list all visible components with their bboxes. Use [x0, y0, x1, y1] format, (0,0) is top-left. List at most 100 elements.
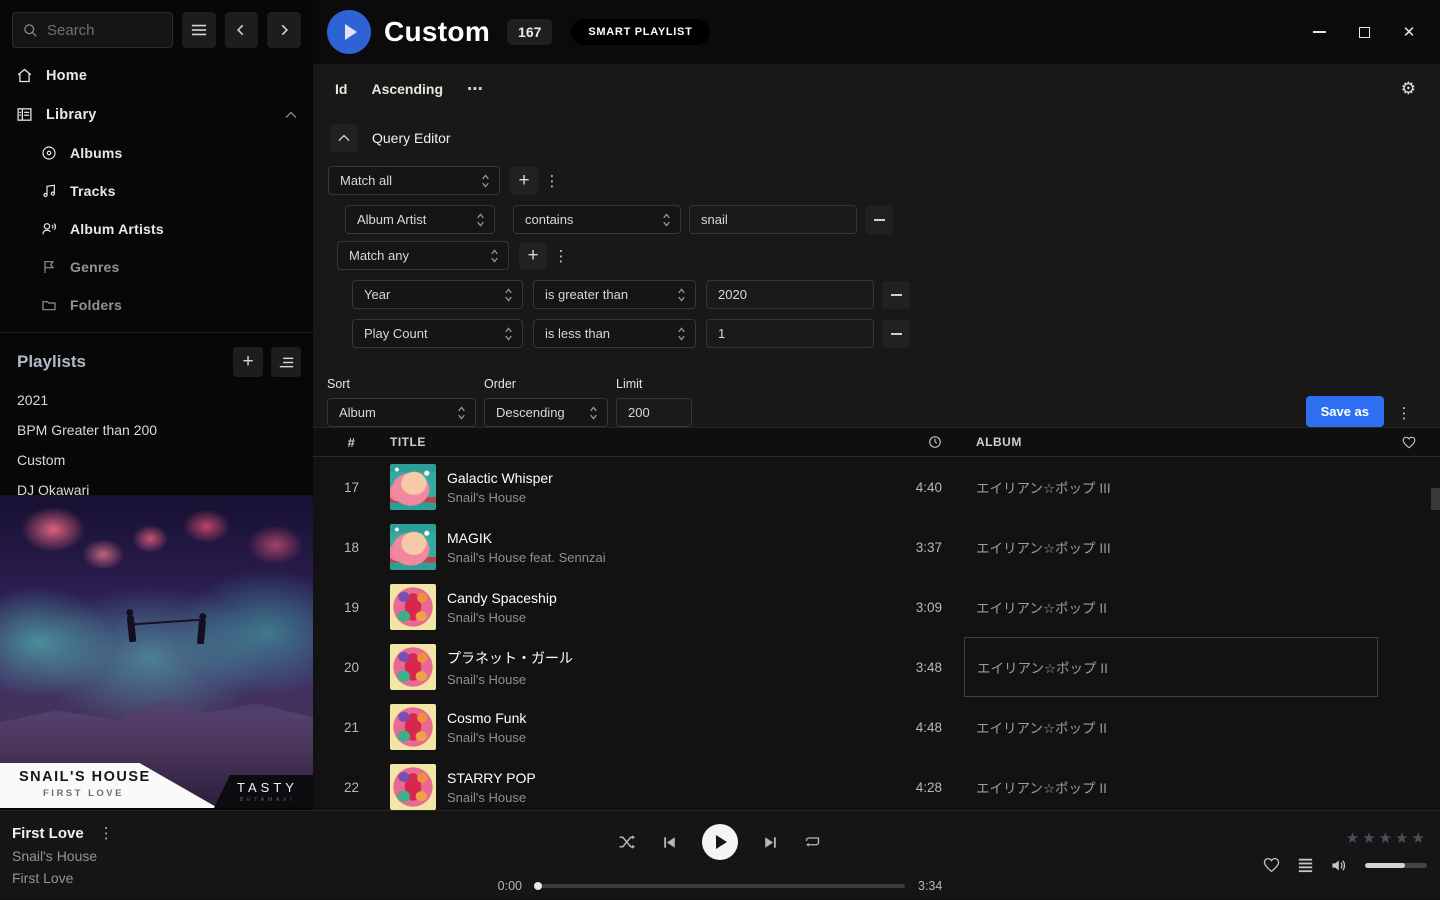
sidebar-item-tracks[interactable]: Tracks: [0, 172, 313, 210]
column-header-album[interactable]: ALBUM: [964, 428, 1378, 456]
playlists-title: Playlists: [17, 352, 225, 372]
play-playlist-button[interactable]: [327, 10, 371, 54]
add-rule-button[interactable]: +: [510, 167, 538, 195]
group-options-button[interactable]: ⋮: [547, 242, 575, 270]
play-icon: [345, 24, 357, 40]
table-row[interactable]: 19 Candy Spaceship Snail's House 3:09 エイ…: [313, 577, 1440, 637]
table-header: # TITLE ALBUM: [313, 427, 1440, 457]
track-album-focused-cell[interactable]: エイリアン☆ポップ II: [964, 637, 1378, 697]
select-caret-icon: [677, 288, 686, 302]
window-close-button[interactable]: ✕: [1401, 24, 1417, 40]
star-icon[interactable]: ★: [1379, 829, 1392, 847]
now-playing-options-button[interactable]: ⋮: [99, 824, 114, 842]
sidebar-item-label: Home: [46, 68, 87, 84]
sort-select[interactable]: Album: [327, 398, 476, 427]
nav-forward-button[interactable]: [267, 12, 301, 48]
play-pause-button[interactable]: [702, 824, 738, 860]
sidebar-item-genres[interactable]: Genres: [0, 248, 313, 286]
sidebar-item-albums[interactable]: Albums: [0, 134, 313, 172]
search-input[interactable]: Search: [12, 12, 173, 48]
playlist-item[interactable]: 2021: [0, 385, 313, 415]
track-artist: Snail's House: [447, 490, 872, 505]
window-minimize-button[interactable]: [1311, 24, 1327, 40]
star-icon[interactable]: ★: [1346, 829, 1359, 847]
match-type-select[interactable]: Match any: [337, 241, 509, 270]
sidebar-item-home[interactable]: Home: [0, 56, 313, 95]
limit-input[interactable]: [616, 398, 692, 427]
column-header-favorite[interactable]: [1378, 436, 1440, 449]
rule-operator-select[interactable]: contains: [513, 205, 681, 234]
playlist-item[interactable]: BPM Greater than 200: [0, 415, 313, 445]
track-title: Cosmo Funk: [447, 710, 872, 726]
chevron-up-icon[interactable]: [285, 111, 297, 119]
sidebar-item-library[interactable]: Library: [0, 95, 313, 134]
menu-button[interactable]: [182, 12, 216, 48]
now-playing-album: First Love: [12, 870, 114, 886]
table-row[interactable]: 22 STARRY POP Snail's House 4:28 エイリアン☆ポ…: [313, 757, 1440, 810]
playlist-item[interactable]: Custom: [0, 445, 313, 475]
scrollbar-thumb[interactable]: [1431, 488, 1440, 510]
gear-icon[interactable]: ⚙: [1401, 79, 1416, 99]
star-icon[interactable]: ★: [1395, 829, 1408, 847]
music-note-icon: [41, 183, 57, 199]
track-title: MAGIK: [447, 530, 872, 546]
rule-value-input[interactable]: [706, 319, 874, 348]
column-header-title[interactable]: TITLE: [390, 435, 872, 449]
rule-value-input[interactable]: [689, 205, 857, 234]
nav-back-button[interactable]: [225, 12, 259, 48]
sidebar-item-label: Library: [46, 107, 97, 123]
more-options-button[interactable]: ⋯: [467, 79, 484, 99]
rule-field-select[interactable]: Year: [352, 280, 523, 309]
favorite-button[interactable]: [1263, 857, 1280, 873]
order-select[interactable]: Descending: [484, 398, 608, 427]
remove-rule-button[interactable]: [865, 206, 893, 234]
sidebar-item-album-artists[interactable]: Album Artists: [0, 210, 313, 248]
track-album: エイリアン☆ポップ II: [964, 757, 1378, 810]
search-placeholder: Search: [47, 22, 95, 39]
rule-value-input[interactable]: [706, 280, 874, 309]
remove-rule-button[interactable]: [882, 320, 910, 348]
table-row[interactable]: 17 Galactic Whisper Snail's House 4:40 エ…: [313, 457, 1440, 517]
star-icon[interactable]: ★: [1412, 829, 1425, 847]
playlist-list-button[interactable]: [271, 347, 301, 377]
maximize-icon: [1359, 27, 1370, 38]
rule-field-select[interactable]: Play Count: [352, 319, 523, 348]
volume-icon[interactable]: [1331, 858, 1348, 873]
column-header-duration[interactable]: [872, 435, 942, 449]
query-editor-collapse-button[interactable]: [330, 124, 358, 152]
next-button[interactable]: [763, 835, 778, 850]
match-type-select[interactable]: Match all: [328, 166, 500, 195]
minimize-icon: [1313, 31, 1326, 33]
table-row[interactable]: 20 プラネット・ガール Snail's House 3:48 エイリアン☆ポッ…: [313, 637, 1440, 697]
sidebar-item-folders[interactable]: Folders: [0, 286, 313, 324]
shuffle-button[interactable]: [618, 834, 637, 850]
group-options-button[interactable]: ⋮: [538, 167, 566, 195]
previous-button[interactable]: [662, 835, 677, 850]
close-icon: ✕: [1403, 23, 1416, 41]
sort-label: Sort: [327, 377, 476, 391]
save-options-button[interactable]: ⋮: [1390, 399, 1418, 427]
add-rule-button[interactable]: +: [519, 242, 547, 270]
artwork-label-text: TASTY: [214, 780, 313, 795]
remove-rule-button[interactable]: [882, 281, 910, 309]
rule-operator-select[interactable]: is less than: [533, 319, 696, 348]
save-as-button[interactable]: Save as: [1306, 396, 1384, 427]
seek-bar[interactable]: [535, 884, 905, 888]
window-maximize-button[interactable]: [1356, 24, 1372, 40]
minus-icon: [874, 219, 885, 221]
table-row[interactable]: 21 Cosmo Funk Snail's House 4:48 エイリアン☆ポ…: [313, 697, 1440, 757]
rule-operator-select[interactable]: is greater than: [533, 280, 696, 309]
rule-field-select[interactable]: Album Artist: [345, 205, 495, 234]
artwork-arms: [134, 619, 200, 626]
column-header-number[interactable]: #: [313, 435, 390, 450]
sort-field-button[interactable]: Id: [335, 81, 347, 97]
volume-slider[interactable]: [1365, 863, 1427, 868]
sort-direction-button[interactable]: Ascending: [371, 81, 443, 97]
queue-icon[interactable]: [1297, 858, 1314, 873]
repeat-button[interactable]: [803, 835, 822, 850]
add-playlist-button[interactable]: +: [233, 347, 263, 377]
star-icon[interactable]: ★: [1362, 829, 1375, 847]
seek-handle[interactable]: [534, 882, 542, 890]
table-row[interactable]: 18 MAGIK Snail's House feat. Sennzai 3:3…: [313, 517, 1440, 577]
track-thumbnail: [390, 644, 436, 690]
